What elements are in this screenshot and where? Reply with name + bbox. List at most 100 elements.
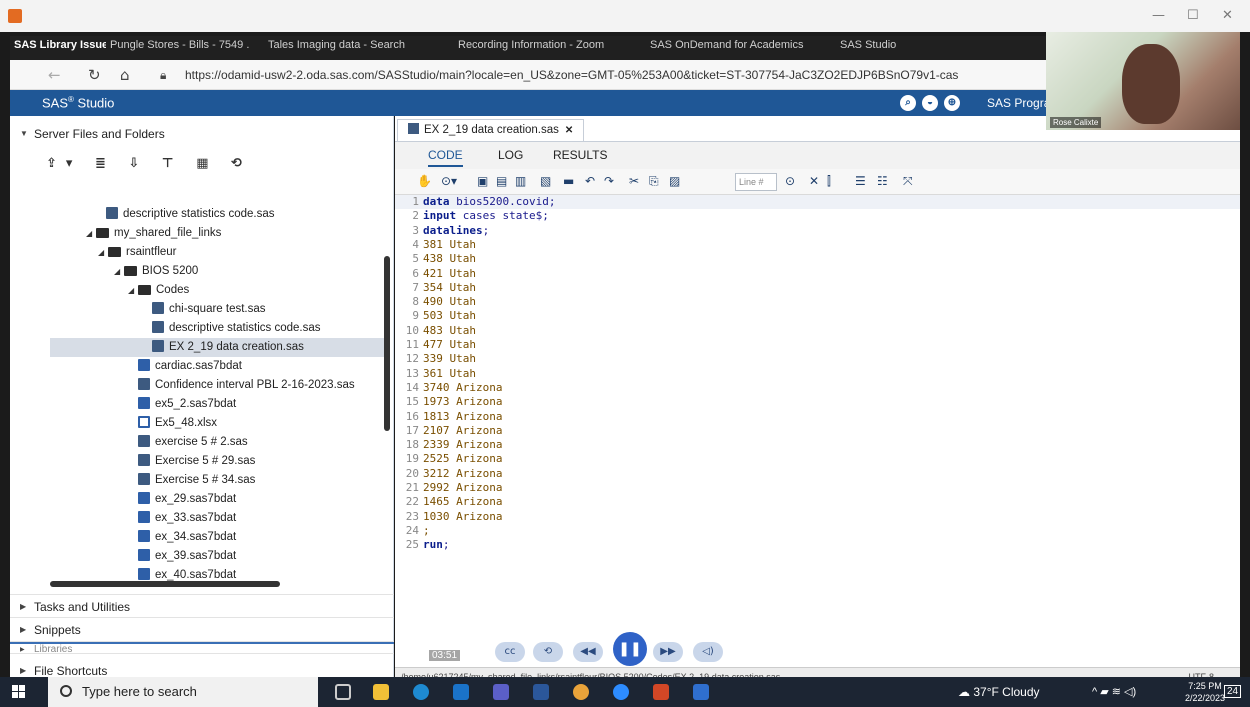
browser-tab[interactable]: SAS Library Issues (14, 39, 106, 59)
tree-file[interactable]: cardiac.sas7bdat (138, 357, 242, 376)
history-icon[interactable]: ⊙▾ (441, 174, 457, 188)
tree-horizontal-scrollbar[interactable] (50, 581, 280, 587)
tree-file-selected[interactable]: EX 2_19 data creation.sas (50, 338, 384, 357)
code-line[interactable]: 19 2525 Arizona (395, 452, 1240, 466)
save-as-icon[interactable]: ▤ (496, 174, 507, 188)
paste-icon[interactable]: ▨ (669, 174, 680, 188)
code-line[interactable]: 9 503 Utah (395, 309, 1240, 323)
tree-folder[interactable]: ◢ rsaintfleur (98, 243, 177, 262)
browser-tab[interactable]: SAS Studio (840, 39, 960, 59)
taskbar-clock[interactable]: 7:25 PM 2/22/2023 (1185, 680, 1225, 704)
tree-folder[interactable]: ◢ Codes (128, 281, 189, 300)
section-tasks-utilities[interactable]: ▶ Tasks and Utilities (10, 594, 394, 618)
code-line[interactable]: 17 2107 Arizona (395, 424, 1240, 438)
tree-file[interactable]: Ex5_48.xlsx (138, 414, 217, 433)
code-line[interactable]: 2 input cases state$; (395, 209, 1240, 223)
skip-back-button[interactable]: ◀◀ (573, 642, 603, 662)
code-line[interactable]: 12 339 Utah (395, 352, 1240, 366)
code-line[interactable]: 5 438 Utah (395, 252, 1240, 266)
tree-file[interactable]: Exercise 5 # 34.sas (138, 471, 255, 490)
tree-file[interactable]: ex_33.sas7bdat (138, 509, 236, 528)
globe-icon[interactable]: ⊕ (944, 95, 960, 111)
code-line[interactable]: 1 data bios5200.covid; (395, 195, 1240, 210)
snippet-icon[interactable]: ☷ (877, 174, 888, 188)
tab-code[interactable]: CODE (428, 148, 463, 167)
section-snippets[interactable]: ▶ Snippets (10, 618, 394, 642)
code-line[interactable]: 6 421 Utah (395, 267, 1240, 281)
code-line[interactable]: 4 381 Utah (395, 238, 1240, 252)
powerpoint-icon[interactable] (653, 684, 669, 700)
taskbar-search[interactable]: Type here to search (48, 677, 318, 707)
tree-folder[interactable]: ◢ my_shared_file_links (86, 224, 221, 243)
code-line[interactable]: 8 490 Utah (395, 295, 1240, 309)
code-line[interactable]: 25 run; (395, 538, 1240, 552)
tab-log[interactable]: LOG (498, 148, 523, 162)
edge-icon[interactable] (413, 684, 429, 700)
open-icon[interactable]: ▥ (515, 174, 526, 188)
code-line[interactable]: 22 1465 Arizona (395, 495, 1240, 509)
tree-file[interactable]: Confidence interval PBL 2-16-2023.sas (138, 376, 355, 395)
tree-folder[interactable]: ◢ BIOS 5200 (114, 262, 198, 281)
maximize-icon[interactable]: ☐ (1187, 8, 1199, 23)
code-line[interactable]: 15 1973 Arizona (395, 395, 1240, 409)
cut-icon[interactable]: ✂ (629, 174, 639, 188)
minimize-icon[interactable]: — (1152, 8, 1165, 23)
redo-icon[interactable]: ↷ (604, 174, 614, 188)
close-icon[interactable]: ✕ (1222, 8, 1233, 23)
task-view-icon[interactable] (335, 684, 351, 700)
code-line[interactable]: 11 477 Utah (395, 338, 1240, 352)
outlook-icon[interactable] (453, 684, 469, 700)
tree-file[interactable]: ex_34.sas7bdat (138, 528, 236, 547)
clear-icon[interactable]: ✕ (809, 174, 819, 188)
close-tab-icon[interactable]: ✕ (565, 125, 573, 136)
maximize-editor-icon[interactable]: ⤧ (903, 174, 913, 189)
browser-tab[interactable]: Tales Imaging data - Search (268, 39, 418, 59)
code-line[interactable]: 14 3740 Arizona (395, 381, 1240, 395)
section-libraries[interactable]: ▶ Libraries (10, 642, 394, 655)
tree-file[interactable]: ex_29.sas7bdat (138, 490, 236, 509)
undo-icon[interactable]: ↶ (585, 174, 595, 188)
code-line[interactable]: 21 2992 Arizona (395, 481, 1240, 495)
print-icon[interactable]: ▬ (563, 174, 574, 188)
tree-file[interactable]: ex5_2.sas7bdat (138, 395, 236, 414)
file-explorer-icon[interactable] (373, 684, 389, 700)
weather-widget[interactable]: ☁ 37°F Cloudy (958, 685, 1040, 699)
browser-tab[interactable]: SAS OnDemand for Academics (650, 39, 810, 59)
tree-file[interactable]: chi-square test.sas (152, 300, 266, 319)
chrome-icon[interactable] (573, 684, 589, 700)
volume-button[interactable]: ◁) (693, 642, 723, 662)
export-icon[interactable]: ▧ (540, 174, 551, 188)
code-line[interactable]: 10 483 Utah (395, 324, 1240, 338)
rewind-button[interactable]: ⟲ (533, 642, 563, 662)
teams-icon[interactable] (493, 684, 509, 700)
tree-file[interactable]: ex_39.sas7bdat (138, 547, 236, 566)
copy-icon[interactable]: ⎘ (649, 174, 659, 189)
subtitles-button[interactable]: cc (495, 642, 525, 662)
code-line[interactable]: 23 1030 Arizona (395, 510, 1240, 524)
save-icon[interactable]: ▣ (477, 174, 488, 188)
notification-center[interactable]: 24 (1224, 685, 1242, 698)
home-icon[interactable]: ⌂ (120, 66, 130, 84)
browser-tab[interactable]: Pungle Stores - Bills - 7549 ... (110, 39, 250, 59)
pause-button[interactable]: ❚❚ (613, 632, 647, 666)
line-number-input[interactable]: Line # (735, 173, 777, 191)
section-file-shortcuts[interactable]: ▶ File Shortcuts (10, 664, 394, 678)
tree-file[interactable]: descriptive statistics code.sas (152, 319, 320, 338)
sas-logo-icon[interactable]: ◒ (922, 95, 938, 111)
skip-forward-button[interactable]: ▶▶ (653, 642, 683, 662)
run-icon[interactable]: ✋ (417, 174, 432, 188)
code-line[interactable]: 20 3212 Arizona (395, 467, 1240, 481)
file-toolbar[interactable]: ⇪▾ ≣ ⇩ ⊤ ▦ ⟲ (46, 156, 251, 171)
format-icon[interactable]: ☰ (855, 174, 866, 188)
section-server-files[interactable]: ▼ Server Files and Folders (10, 122, 394, 146)
program-tab[interactable]: EX 2_19 data creation.sas ✕ (397, 119, 585, 141)
windows-start-icon[interactable] (12, 685, 26, 699)
code-line[interactable]: 16 1813 Arizona (395, 410, 1240, 424)
code-line[interactable]: 3 datalines; (395, 224, 1240, 238)
browser-tab[interactable]: Recording Information - Zoom (458, 39, 618, 59)
find-icon[interactable]: ⫿ (827, 174, 831, 189)
tree-vertical-scrollbar[interactable] (384, 256, 390, 431)
search-icon[interactable]: ⌕ (900, 95, 916, 111)
code-line[interactable]: 13 361 Utah (395, 367, 1240, 381)
media-player-icon[interactable] (693, 684, 709, 700)
